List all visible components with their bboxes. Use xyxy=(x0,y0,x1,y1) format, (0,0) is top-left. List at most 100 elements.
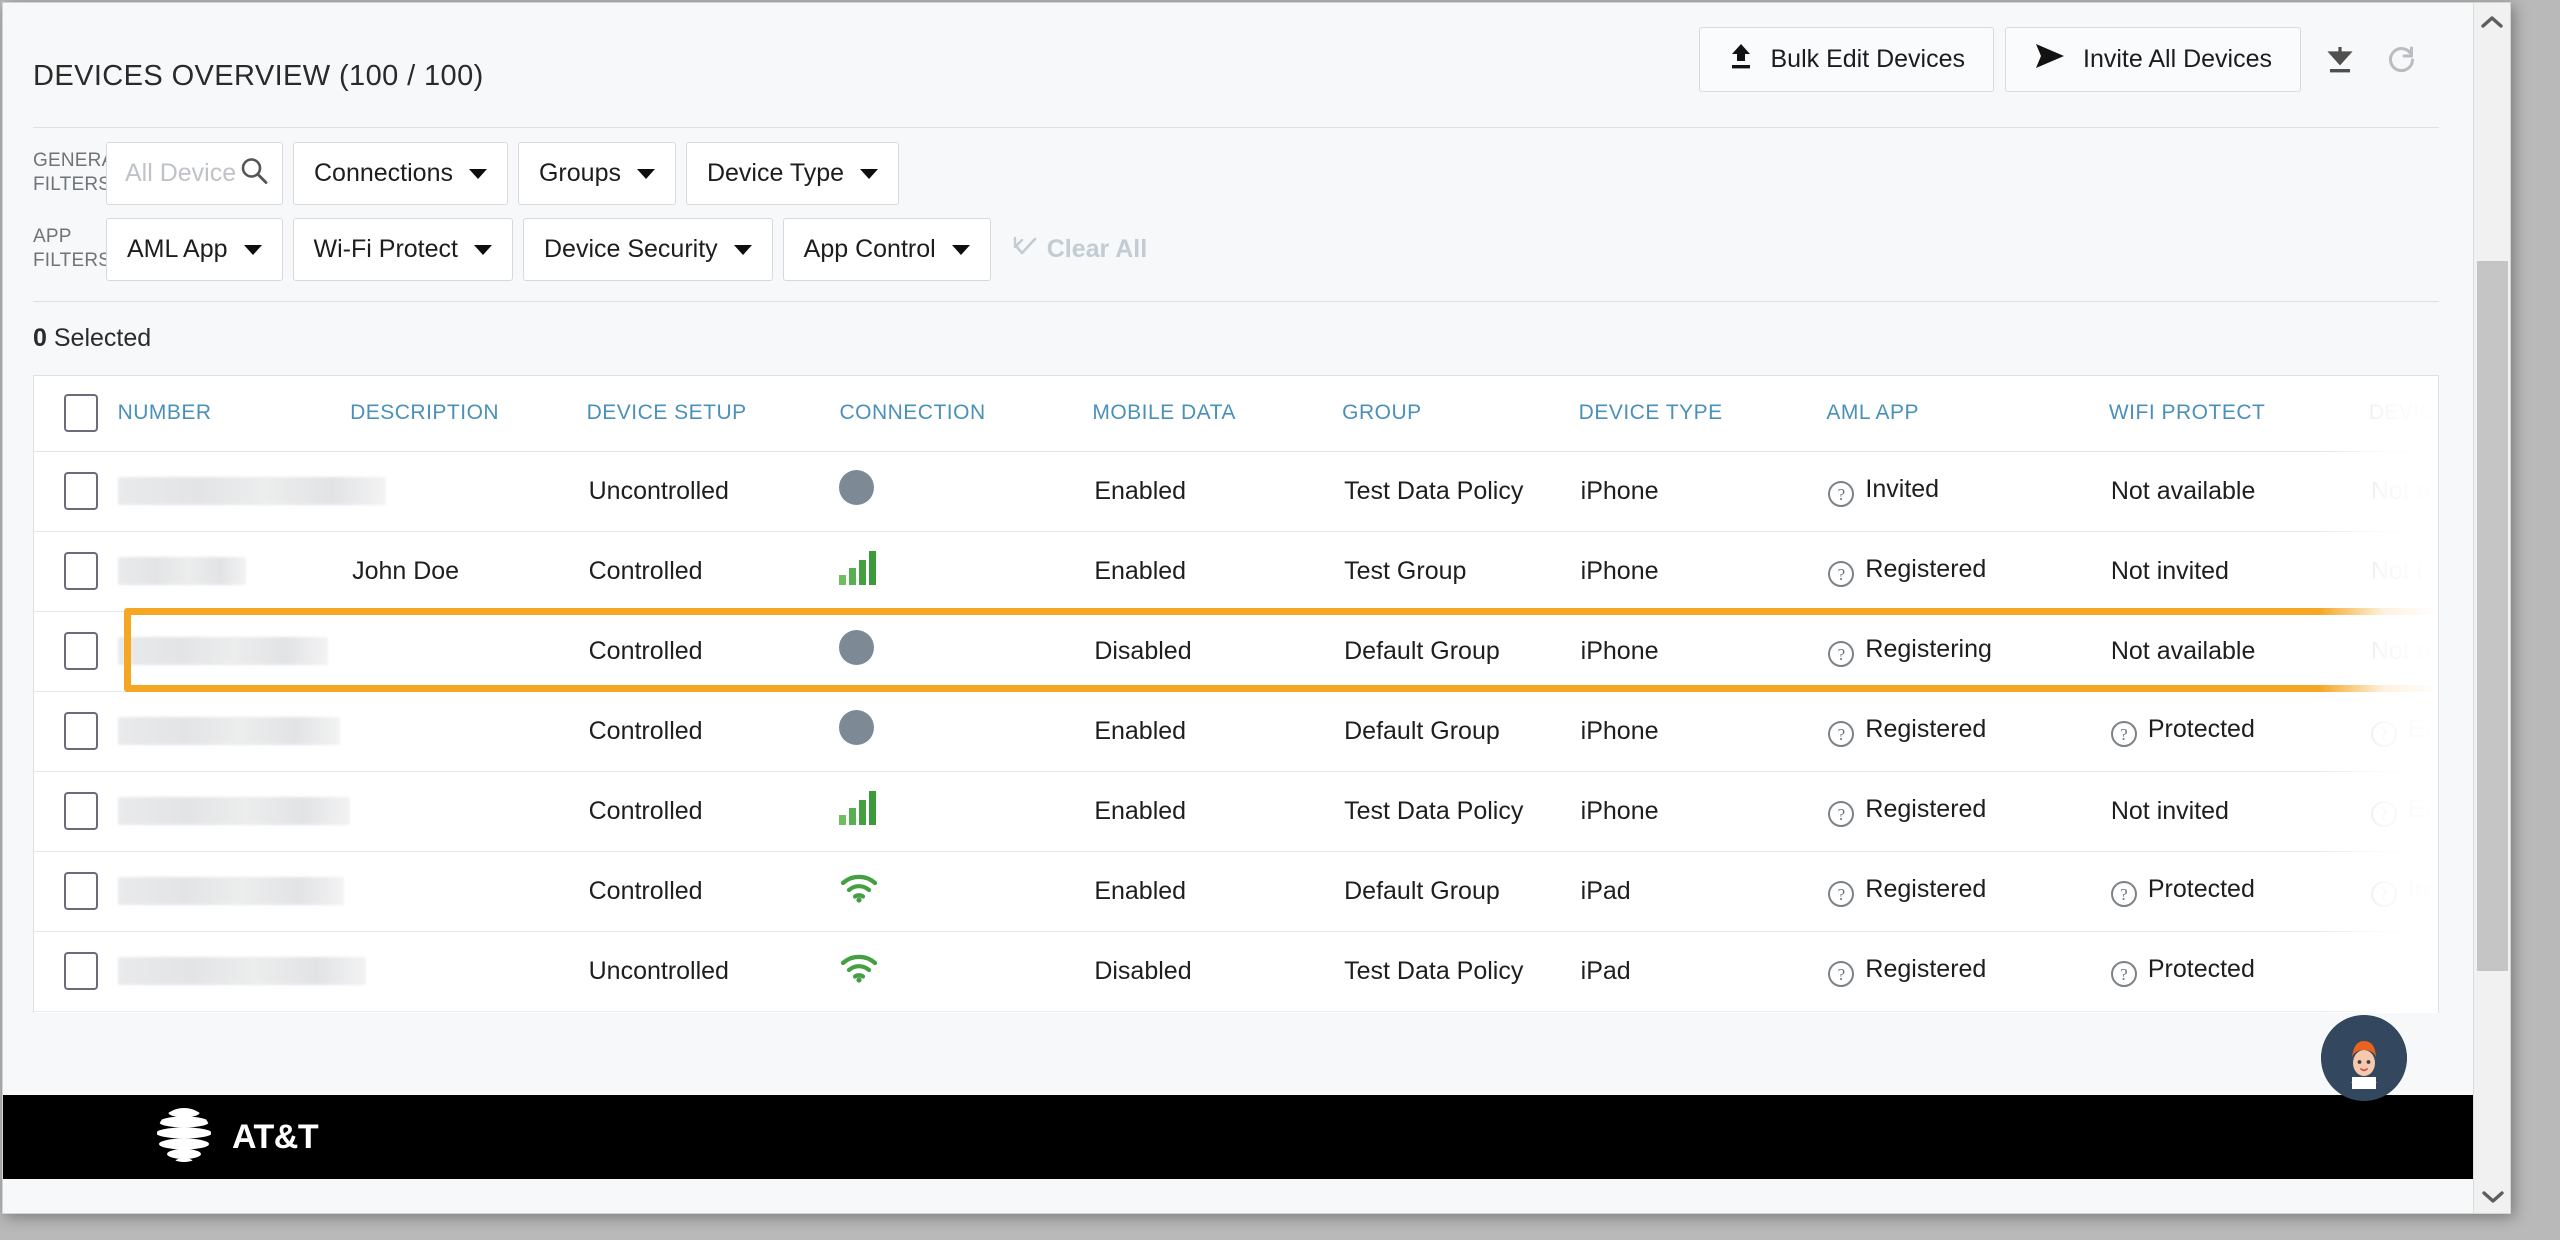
help-icon[interactable]: ? xyxy=(2370,881,2397,907)
search-input[interactable] xyxy=(125,158,236,188)
redacted-number xyxy=(117,877,344,905)
filter-wifi-protect-label: Wi-Fi Protect xyxy=(313,234,458,263)
column-header-device-security[interactable]: DEVICE SE xyxy=(2368,376,2438,452)
cell-device-type: iPhone xyxy=(1578,771,1827,852)
row-checkbox[interactable] xyxy=(64,552,98,590)
column-header-aml-app[interactable]: AML APP xyxy=(1826,376,2109,452)
filter-app-control-label: App Control xyxy=(803,234,936,263)
help-icon[interactable]: ? xyxy=(1828,641,1855,667)
table-row[interactable]: Controlled Enabled Default Group iPad? Regis… xyxy=(34,851,2438,932)
help-icon[interactable]: ? xyxy=(2110,721,2137,747)
filter-app-control[interactable]: App Control xyxy=(782,217,991,281)
cell-aml-app: ? Invited xyxy=(1826,451,2109,532)
filter-connections[interactable]: Connections xyxy=(293,141,508,205)
table-row[interactable]: John Doe Controlled Enabled Test Group iPhon… xyxy=(34,531,2438,612)
select-all-checkbox[interactable] xyxy=(64,394,98,433)
redacted-number xyxy=(117,557,246,585)
column-header-connection[interactable]: CONNECTION xyxy=(839,376,1093,452)
help-icon[interactable]: ? xyxy=(2370,721,2397,747)
column-header-wifi-protect[interactable]: WIFI PROTECT xyxy=(2108,376,2369,452)
help-icon[interactable]: ? xyxy=(1828,481,1855,507)
selection-label: Selected xyxy=(53,324,152,352)
search-input-container[interactable] xyxy=(106,141,283,205)
row-checkbox[interactable] xyxy=(64,792,98,830)
table-row[interactable]: Controlled Enabled Test Data Policy iPhone?… xyxy=(34,771,2438,852)
help-icon[interactable]: ? xyxy=(2110,881,2137,907)
header-actions: Bulk Edit Devices Invite All Devices xyxy=(1698,27,2426,92)
column-header-mobile-data[interactable]: MOBILE DATA xyxy=(1092,376,1343,452)
help-icon[interactable]: ? xyxy=(1828,721,1855,747)
footer: AT&T xyxy=(3,1095,2473,1179)
search-icon[interactable] xyxy=(240,157,268,190)
cell-group: Default Group xyxy=(1342,691,1579,772)
row-select-cell xyxy=(34,851,118,932)
cell-group: Default Group xyxy=(1342,611,1579,692)
connection-wifi-icon xyxy=(839,874,879,909)
help-icon[interactable]: ? xyxy=(2110,961,2137,987)
chevron-down-icon xyxy=(860,169,879,179)
clear-all-button[interactable]: Clear All xyxy=(1013,235,1147,264)
filter-device-security[interactable]: Device Security xyxy=(522,217,773,281)
column-header-group[interactable]: GROUP xyxy=(1342,376,1579,452)
cell-number xyxy=(117,451,386,532)
cell-mobile-data: Enabled xyxy=(1092,851,1343,932)
download-icon[interactable] xyxy=(2317,37,2363,83)
bulk-edit-devices-button[interactable]: Bulk Edit Devices xyxy=(1698,27,1995,92)
row-select-cell xyxy=(34,771,118,852)
cell-connection xyxy=(839,691,1093,772)
row-checkbox[interactable] xyxy=(64,952,98,990)
cell-number xyxy=(117,691,351,772)
cell-connection xyxy=(839,451,1093,532)
table-row[interactable]: Uncontrolled Enabled Test Data Policy iPhon… xyxy=(34,451,2438,532)
column-header-description[interactable]: DESCRIPTION xyxy=(350,376,587,452)
chat-assistant-avatar[interactable] xyxy=(2321,1015,2407,1101)
cell-wifi-protect: ? Protected xyxy=(2108,851,2369,932)
cell-group: Test Group xyxy=(1342,531,1579,612)
row-select-cell xyxy=(34,691,118,772)
row-checkbox[interactable] xyxy=(64,712,98,750)
row-checkbox[interactable] xyxy=(64,632,98,670)
filter-aml-app[interactable]: AML App xyxy=(106,217,283,281)
cell-connection xyxy=(839,931,1093,1012)
table-row[interactable]: Uncontrolled Disabled Test Data Policy iPad… xyxy=(34,931,2438,1012)
column-header-device-setup[interactable]: DEVICE SETUP xyxy=(586,376,840,452)
cell-mobile-data: Disabled xyxy=(1092,931,1343,1012)
connection-cellular-icon xyxy=(839,550,877,585)
cell-device-type: iPhone xyxy=(1578,611,1827,692)
cell-wifi-protect: Not available xyxy=(2108,451,2369,532)
filter-device-type[interactable]: Device Type xyxy=(685,141,900,205)
att-brand-label: AT&T xyxy=(232,1117,319,1156)
cell-group: Test Data Policy xyxy=(1342,931,1579,1012)
row-select-cell xyxy=(34,531,118,612)
bulk-edit-devices-label: Bulk Edit Devices xyxy=(1770,45,1966,73)
scrollbar-thumb[interactable] xyxy=(2477,261,2508,971)
scroll-down-arrow[interactable] xyxy=(2474,1178,2510,1213)
cell-aml-app: ? Registered xyxy=(1826,931,2109,1012)
column-header-device-type[interactable]: DEVICE TYPE xyxy=(1578,376,1827,452)
help-icon[interactable]: ? xyxy=(1828,881,1855,907)
column-header-number[interactable]: NUMBER xyxy=(117,376,351,452)
table-row[interactable]: Controlled Enabled Default Group iPhone? Reg… xyxy=(34,691,2438,772)
filter-groups[interactable]: Groups xyxy=(517,141,676,205)
help-icon[interactable]: ? xyxy=(2370,801,2397,827)
general-filters-row: GENERAL FILTERS Connections Groups Devic… xyxy=(3,135,2473,211)
selection-count-bar: 0 Selected xyxy=(33,301,2439,375)
filter-connections-label: Connections xyxy=(314,158,453,187)
chevron-down-icon xyxy=(951,245,970,255)
vertical-scrollbar[interactable] xyxy=(2473,3,2510,1213)
invite-all-devices-button[interactable]: Invite All Devices xyxy=(2005,27,2301,92)
cell-mobile-data: Enabled xyxy=(1092,531,1343,612)
help-icon[interactable]: ? xyxy=(1828,561,1855,587)
chevron-down-icon xyxy=(733,245,752,255)
filter-wifi-protect[interactable]: Wi-Fi Protect xyxy=(292,217,513,281)
table-row[interactable]: Controlled Disabled Default Group iPhone? Re… xyxy=(34,611,2438,692)
upload-icon xyxy=(1728,42,1754,77)
help-icon[interactable]: ? xyxy=(1828,801,1855,827)
row-checkbox[interactable] xyxy=(64,472,98,510)
header-divider xyxy=(33,127,2439,128)
cell-wifi-protect: ? Protected xyxy=(2108,691,2369,772)
refresh-icon[interactable] xyxy=(2379,37,2425,83)
scroll-up-arrow[interactable] xyxy=(2474,3,2510,40)
row-checkbox[interactable] xyxy=(64,872,98,910)
help-icon[interactable]: ? xyxy=(1828,961,1855,987)
